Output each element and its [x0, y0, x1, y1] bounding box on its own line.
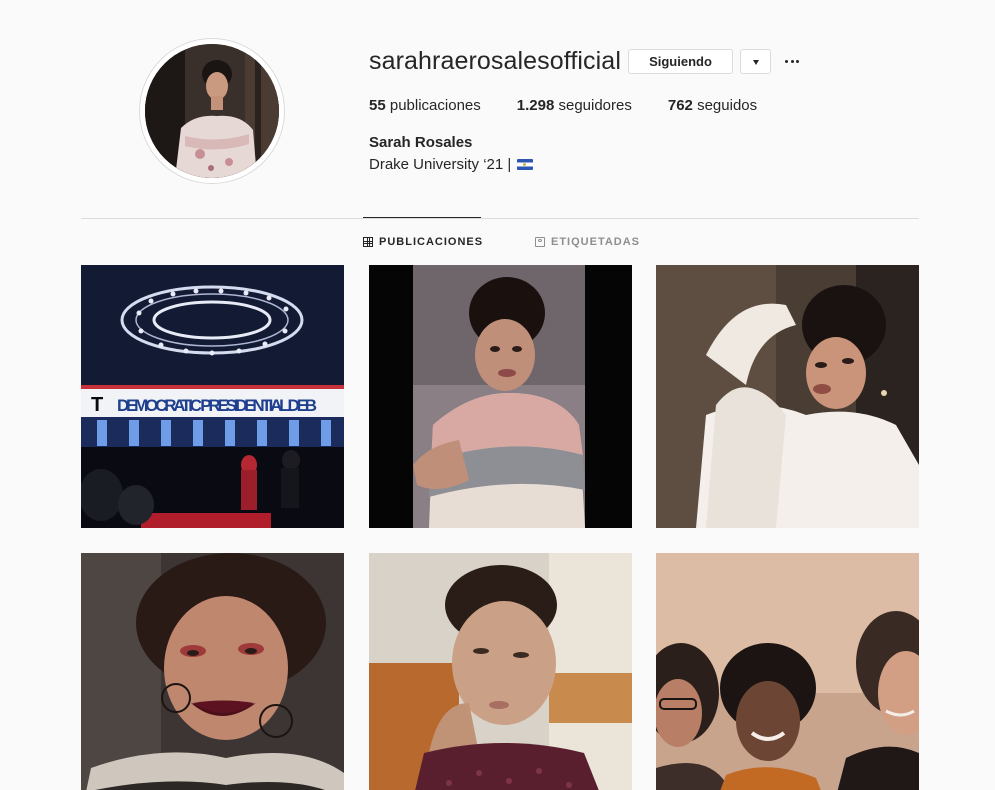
tab-tagged-label: ETIQUETADAS — [551, 236, 641, 248]
following-label: seguidos — [697, 97, 758, 114]
tab-posts-label: PUBLICACIONES — [379, 236, 484, 248]
profile-full-name: Sarah Rosales — [369, 134, 473, 151]
post-thumbnail[interactable] — [656, 265, 919, 528]
post-thumbnail[interactable] — [369, 265, 632, 528]
posts-count: 55 — [369, 97, 386, 114]
suggestions-dropdown-button[interactable] — [740, 49, 771, 74]
post-thumbnail[interactable] — [369, 553, 632, 790]
post-image — [656, 553, 919, 790]
profile-bio: Drake University ‘21 | — [369, 156, 534, 173]
dot-icon — [790, 60, 794, 63]
posts-stat: 55 publicaciones — [369, 97, 481, 114]
post-image: T DEMOCRATIC PRESIDENTIAL DEB — [81, 265, 344, 528]
post-image — [369, 553, 632, 790]
svg-text:T: T — [91, 394, 103, 416]
tabs-divider — [81, 218, 919, 219]
followers-label: seguidores — [558, 97, 632, 114]
followers-stat[interactable]: 1.298 seguidores — [517, 97, 632, 114]
followers-count: 1.298 — [516, 97, 555, 114]
following-count: 762 — [667, 97, 693, 114]
tagged-icon — [535, 237, 545, 247]
post-thumbnail[interactable] — [81, 553, 344, 790]
profile-username: sarahraerosalesofficial — [369, 47, 621, 75]
profile-stats: 55 publicaciones 1.298 seguidores 762 se… — [369, 97, 793, 114]
tab-tagged[interactable]: ETIQUETADAS — [535, 236, 640, 248]
post-caption-text: DEMOCRATIC PRESIDENTIAL DEB — [117, 396, 317, 415]
dot-icon — [785, 60, 788, 63]
following-stat[interactable]: 762 seguidos — [668, 97, 757, 114]
el-salvador-flag-icon — [517, 159, 534, 170]
posts-label: publicaciones — [389, 97, 481, 114]
post-image — [656, 265, 919, 528]
post-image — [81, 553, 344, 790]
more-options-button[interactable] — [781, 50, 803, 72]
chevron-down-icon — [753, 60, 759, 65]
dot-icon — [796, 60, 799, 63]
tab-posts[interactable]: PUBLICACIONES — [363, 236, 483, 248]
active-tab-indicator — [363, 217, 481, 218]
avatar[interactable] — [145, 44, 279, 178]
grid-icon — [363, 237, 373, 247]
profile-page: sarahraerosalesofficial Siguiendo 55 pub… — [0, 0, 995, 790]
post-thumbnail[interactable] — [656, 553, 919, 790]
avatar-image — [145, 44, 279, 178]
post-image — [369, 265, 632, 528]
bio-text: Drake University ‘21 | — [369, 156, 512, 173]
following-button[interactable]: Siguiendo — [628, 49, 733, 74]
post-thumbnail[interactable]: T DEMOCRATIC PRESIDENTIAL DEB — [81, 265, 344, 528]
